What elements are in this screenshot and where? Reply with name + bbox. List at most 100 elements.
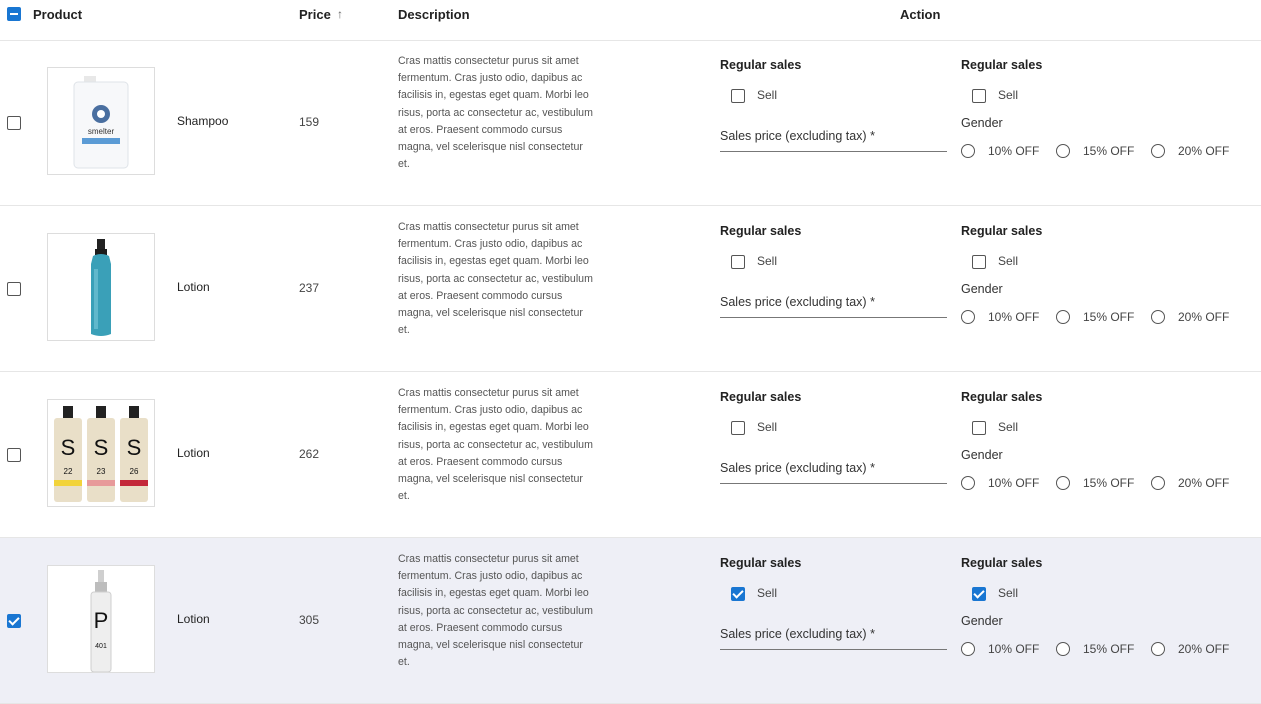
section-title: Regular sales (720, 224, 802, 238)
discount-radio-15[interactable] (1056, 310, 1070, 324)
discount-label: 20% OFF (1178, 476, 1230, 490)
sales-price-input[interactable]: Sales price (excluding tax) * (720, 461, 947, 484)
table-row-selected: P 401 Lotion 305 Cras mattis consectetur… (0, 538, 1261, 704)
discount-label: 15% OFF (1083, 144, 1135, 158)
discount-radio-10[interactable] (961, 310, 975, 324)
sell-label: Sell (757, 88, 778, 102)
section-title: Regular sales (720, 390, 802, 404)
discount-label: 20% OFF (1178, 144, 1230, 158)
bottle-number: 22 (64, 467, 73, 476)
discount-radio-20[interactable] (1151, 476, 1165, 490)
row-select-checkbox[interactable] (7, 614, 21, 628)
product-name: Shampoo (177, 114, 229, 128)
discount-radio-15[interactable] (1056, 642, 1070, 656)
product-image: smelter (47, 67, 155, 175)
select-all-checkbox[interactable] (7, 7, 21, 21)
column-header-product[interactable]: Product (33, 7, 82, 22)
bottle-letter: S (61, 435, 76, 460)
gender-label: Gender (961, 116, 1003, 130)
discount-radio-20[interactable] (1151, 310, 1165, 324)
row-select-checkbox[interactable] (7, 282, 21, 296)
sales-price-label: Sales price (excluding tax) * (720, 295, 875, 309)
product-name: Lotion (177, 280, 210, 294)
section-title: Regular sales (961, 556, 1043, 570)
bottle-number: 23 (97, 467, 106, 476)
product-price: 305 (299, 613, 320, 627)
spray-bottle-image: P 401 (90, 570, 112, 672)
discount-radio-15[interactable] (1056, 476, 1070, 490)
product-price: 262 (299, 447, 320, 461)
section-title: Regular sales (720, 58, 802, 72)
product-image: P 401 (47, 565, 155, 673)
sell-label: Sell (757, 254, 778, 268)
sales-price-input[interactable]: Sales price (excluding tax) * (720, 627, 947, 650)
sort-arrow-up-icon[interactable]: ↑ (337, 7, 343, 21)
sell-checkbox[interactable] (972, 89, 986, 103)
discount-radio-20[interactable] (1151, 642, 1165, 656)
product-description: Cras mattis consectetur purus sit amet f… (398, 221, 593, 337)
product-description: Cras mattis consectetur purus sit amet f… (398, 553, 593, 669)
table-row: S 22 S 23 S 26 Lotion 262 Cras mattis co… (0, 372, 1261, 538)
bottle-number: 26 (130, 467, 139, 476)
lotion-bottle-image (91, 239, 111, 336)
sell-checkbox[interactable] (731, 255, 745, 269)
product-description: Cras mattis consectetur purus sit amet f… (398, 387, 593, 503)
bottle-label: smelter (88, 127, 115, 136)
sell-checkbox[interactable] (972, 421, 986, 435)
column-header-description: Description (398, 7, 470, 22)
column-header-action: Action (900, 7, 941, 22)
section-title: Regular sales (961, 58, 1043, 72)
sell-label: Sell (998, 254, 1019, 268)
sell-label: Sell (998, 88, 1019, 102)
column-header-price[interactable]: Price (299, 7, 331, 22)
gender-label: Gender (961, 282, 1003, 296)
discount-label: 15% OFF (1083, 642, 1135, 656)
discount-radio-15[interactable] (1056, 144, 1070, 158)
product-price: 237 (299, 281, 320, 295)
sell-checkbox[interactable] (731, 421, 745, 435)
table-row: Lotion 237 Cras mattis consectetur purus… (0, 206, 1261, 372)
section-title: Regular sales (720, 556, 802, 570)
discount-radio-10[interactable] (961, 642, 975, 656)
discount-radio-20[interactable] (1151, 144, 1165, 158)
sell-label: Sell (998, 586, 1019, 600)
sales-price-input[interactable]: Sales price (excluding tax) * (720, 129, 947, 152)
sales-price-input[interactable]: Sales price (excluding tax) * (720, 295, 947, 318)
discount-label: 20% OFF (1178, 642, 1230, 656)
discount-label: 10% OFF (988, 310, 1040, 324)
table-header: Product Price ↑ Description Action (0, 0, 1261, 41)
table-row: smelter Shampoo 159 Cras mattis consecte… (0, 40, 1261, 206)
row-select-checkbox[interactable] (7, 116, 21, 130)
three-bottles-image: S 22 S 23 S 26 (54, 406, 148, 502)
sell-label: Sell (998, 420, 1019, 434)
row-select-checkbox[interactable] (7, 448, 21, 462)
sell-checkbox[interactable] (972, 587, 986, 601)
bottle-number: 401 (95, 643, 107, 650)
product-image: S 22 S 23 S 26 (47, 399, 155, 507)
gender-label: Gender (961, 614, 1003, 628)
sell-checkbox[interactable] (731, 89, 745, 103)
sales-price-label: Sales price (excluding tax) * (720, 461, 875, 475)
product-name: Lotion (177, 446, 210, 460)
bottle-letter: S (127, 435, 142, 460)
discount-radio-10[interactable] (961, 476, 975, 490)
bottle-letter: S (94, 435, 109, 460)
bottle-letter: P (94, 608, 109, 633)
product-image (47, 233, 155, 341)
sell-checkbox[interactable] (972, 255, 986, 269)
product-description: Cras mattis consectetur purus sit amet f… (398, 55, 593, 171)
discount-label: 15% OFF (1083, 310, 1135, 324)
product-name: Lotion (177, 612, 210, 626)
product-price: 159 (299, 115, 320, 129)
discount-label: 10% OFF (988, 476, 1040, 490)
section-title: Regular sales (961, 390, 1043, 404)
discount-label: 10% OFF (988, 144, 1040, 158)
discount-label: 15% OFF (1083, 476, 1135, 490)
discount-label: 20% OFF (1178, 310, 1230, 324)
gender-label: Gender (961, 448, 1003, 462)
discount-radio-10[interactable] (961, 144, 975, 158)
sell-checkbox[interactable] (731, 587, 745, 601)
shampoo-bottle-image: smelter (73, 76, 129, 169)
sell-label: Sell (757, 586, 778, 600)
sales-price-label: Sales price (excluding tax) * (720, 627, 875, 641)
